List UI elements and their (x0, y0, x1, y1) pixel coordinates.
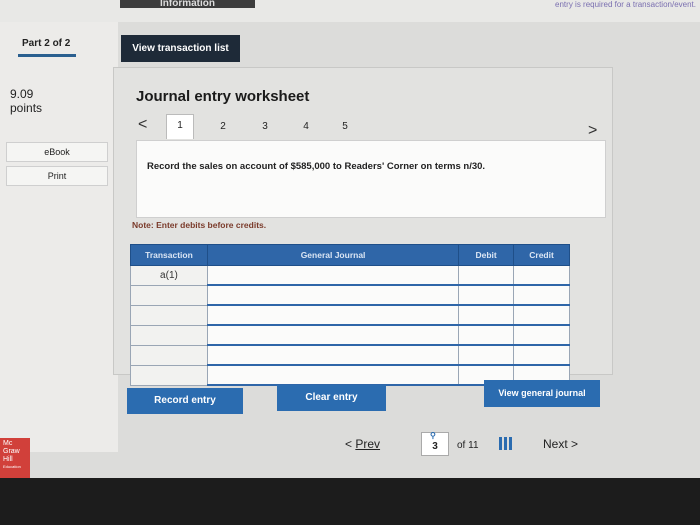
mcgraw-hill-logo: Mc Graw Hill Education (0, 438, 30, 478)
header-credit: Credit (513, 244, 570, 266)
table-row (130, 344, 570, 366)
top-bar: Information entry is required for a tran… (0, 0, 700, 22)
table-row (130, 324, 570, 346)
information-tab[interactable]: Information (120, 0, 255, 8)
header-general-journal: General Journal (206, 244, 460, 266)
debit-input[interactable] (458, 324, 515, 346)
general-journal-input[interactable] (206, 304, 460, 326)
page-total: of 11 (457, 440, 479, 451)
part-label: Part 2 of 2 (22, 38, 71, 49)
points-block: 9.09 points (10, 87, 42, 115)
general-journal-input[interactable] (206, 344, 460, 366)
general-journal-input[interactable] (206, 265, 460, 286)
instruction-box: Record the sales on account of $585,000 … (136, 140, 606, 218)
print-button[interactable]: Print (6, 166, 108, 186)
chevron-right-icon: > (571, 437, 579, 451)
transaction-cell (130, 364, 208, 386)
current-page-box[interactable]: ⚲ 3 (421, 431, 449, 456)
points-value: 9.09 (10, 87, 34, 101)
points-label: points (10, 101, 43, 115)
worksheet-page-2[interactable]: 2 (210, 116, 236, 138)
bottom-bezel (0, 478, 700, 525)
link-icon: ⚲ (430, 431, 436, 440)
grid-icon[interactable] (499, 437, 512, 450)
view-general-journal-button[interactable]: View general journal (484, 380, 600, 407)
chevron-left-icon[interactable]: < (138, 116, 147, 134)
view-transaction-list-button[interactable]: View transaction list (121, 35, 240, 62)
general-journal-input[interactable] (206, 284, 460, 306)
credit-input[interactable] (513, 324, 570, 346)
chevron-right-icon[interactable]: > (588, 122, 597, 140)
debit-input[interactable] (458, 304, 515, 326)
ebook-button[interactable]: eBook (6, 142, 108, 162)
next-label: Next (543, 437, 568, 451)
worksheet-title: Journal entry worksheet (136, 88, 310, 105)
chevron-left-icon: < (345, 437, 353, 451)
table-header-row: Transaction General Journal Debit Credit (130, 244, 570, 266)
transaction-cell (130, 284, 208, 306)
worksheet-page-5[interactable]: 5 (332, 116, 358, 138)
journal-entry-table: Transaction General Journal Debit Credit… (130, 244, 570, 386)
credit-input[interactable] (513, 304, 570, 326)
worksheet-page-4[interactable]: 4 (293, 116, 319, 138)
credit-input[interactable] (513, 344, 570, 366)
note-text: Note: Enter debits before credits. (132, 220, 267, 230)
next-button[interactable]: Next > (543, 437, 578, 451)
header-debit: Debit (458, 244, 515, 266)
credit-input[interactable] (513, 284, 570, 306)
worksheet-pager: < 1 2 3 4 5 > (136, 112, 606, 140)
transaction-cell (130, 324, 208, 346)
table-row (130, 304, 570, 326)
part-progress-bar (18, 54, 76, 57)
transaction-cell: a(1) (130, 265, 208, 286)
top-message: entry is required for a transaction/even… (555, 0, 696, 9)
general-journal-input[interactable] (206, 364, 460, 386)
prev-label: Prev (355, 437, 381, 451)
credit-input[interactable] (513, 265, 570, 286)
general-journal-input[interactable] (206, 324, 460, 346)
current-page-number: 3 (432, 441, 438, 452)
worksheet-page-3[interactable]: 3 (252, 116, 278, 138)
record-entry-button[interactable]: Record entry (127, 388, 243, 414)
debit-input[interactable] (458, 284, 515, 306)
clear-entry-button[interactable]: Clear entry (277, 385, 386, 411)
debit-input[interactable] (458, 344, 515, 366)
table-row: a(1) (130, 265, 570, 286)
transaction-cell (130, 344, 208, 366)
debit-input[interactable] (458, 265, 515, 286)
transaction-cell (130, 304, 208, 326)
worksheet-page-1[interactable]: 1 (166, 114, 194, 139)
journal-entry-worksheet: Journal entry worksheet < 1 2 3 4 5 > Re… (113, 67, 613, 386)
instruction-text: Record the sales on account of $585,000 … (147, 161, 486, 172)
prev-button[interactable]: < Prev (345, 437, 380, 451)
header-transaction: Transaction (130, 244, 208, 266)
table-row (130, 284, 570, 306)
